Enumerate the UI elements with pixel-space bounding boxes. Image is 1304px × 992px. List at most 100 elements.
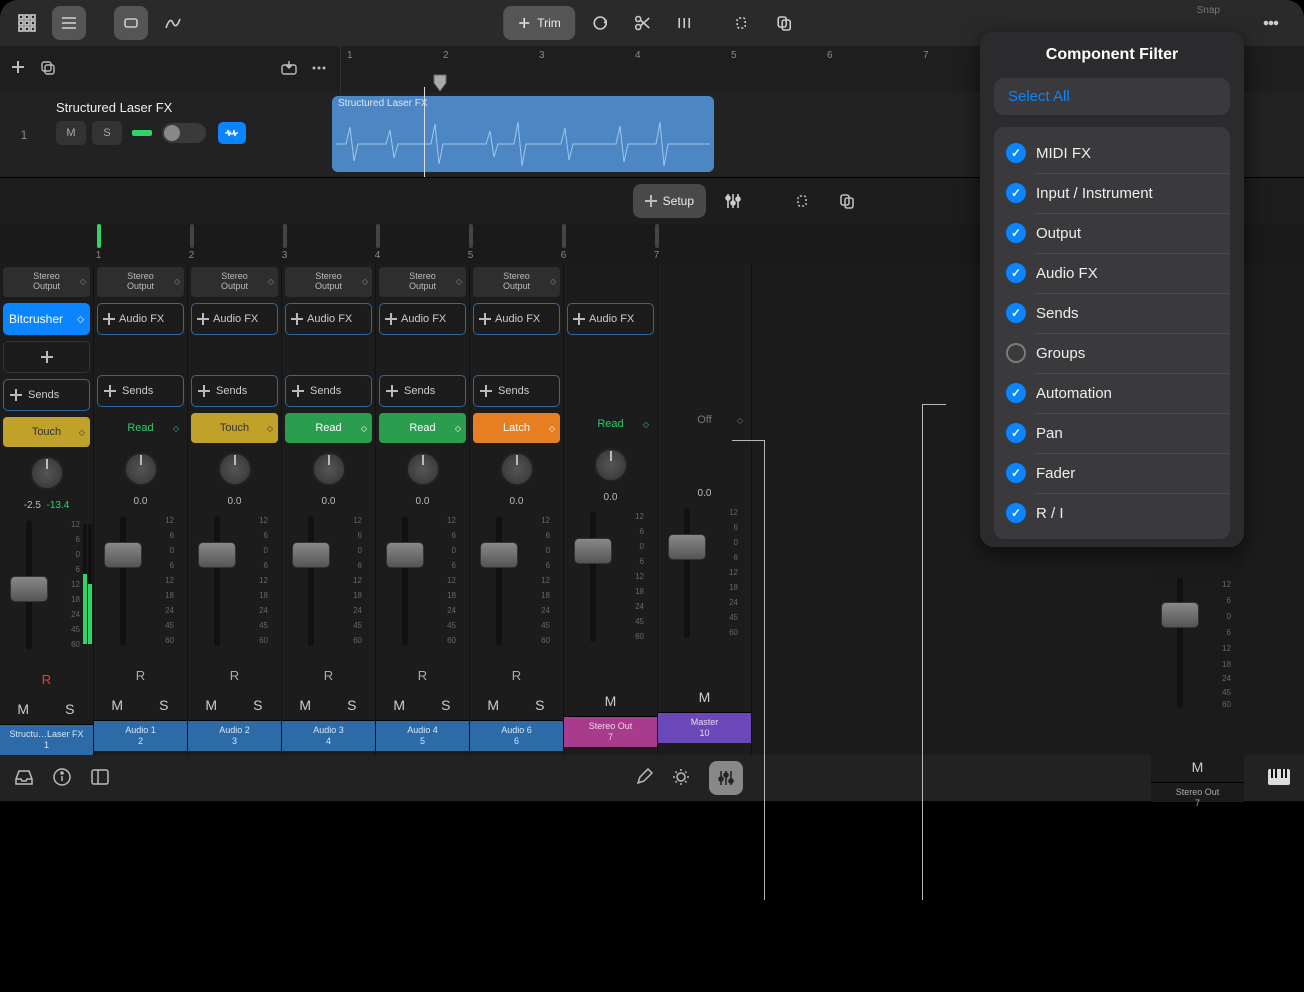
pan-knob[interactable] — [0, 450, 93, 496]
mixer-toggle-icon[interactable] — [709, 761, 743, 795]
add-send-button[interactable]: Sends — [473, 375, 560, 407]
pan-knob[interactable] — [564, 442, 657, 488]
automation-mode-select[interactable]: Latch◇ — [473, 413, 560, 443]
filter-option[interactable]: MIDI FX — [994, 133, 1230, 173]
solo-button[interactable]: S — [423, 690, 470, 720]
automation-mode-select[interactable]: Read◇ — [97, 413, 184, 443]
pan-knob[interactable] — [282, 446, 375, 492]
checkbox-icon[interactable] — [1006, 183, 1026, 203]
channel-label[interactable]: Audio 34 — [282, 720, 375, 751]
add-audio-fx-button[interactable]: Audio FX — [473, 303, 560, 335]
pan-knob[interactable] — [470, 446, 563, 492]
channel-label[interactable]: Master10 — [658, 712, 751, 743]
fader[interactable]: 126061218244560 — [376, 510, 469, 660]
checkbox-icon[interactable] — [1006, 303, 1026, 323]
mute-button[interactable]: M — [376, 690, 423, 720]
channel-label[interactable]: Audio 66 — [470, 720, 563, 751]
fader[interactable]: 126061218244560 — [564, 506, 657, 656]
add-send-button[interactable]: Sends — [285, 375, 372, 407]
mute-button[interactable]: M — [1151, 752, 1244, 782]
channel-label[interactable]: Audio 12 — [94, 720, 187, 751]
solo-button[interactable]: S — [235, 690, 282, 720]
pan-knob[interactable] — [376, 446, 469, 492]
mute-button[interactable]: M — [56, 121, 86, 145]
add-audio-fx-button[interactable]: Audio FX — [285, 303, 372, 335]
select-all-button[interactable]: Select All — [994, 78, 1230, 115]
add-send-button[interactable]: Sends — [97, 375, 184, 407]
checkbox-icon[interactable] — [1006, 223, 1026, 243]
paste-mixer-icon[interactable] — [830, 184, 864, 218]
record-enable-button[interactable]: R — [188, 660, 281, 690]
add-send-button[interactable]: Sends — [3, 379, 90, 411]
mute-button[interactable]: M — [658, 682, 751, 712]
mute-button[interactable]: M — [470, 690, 517, 720]
record-enable-button[interactable] — [564, 656, 657, 686]
filter-option[interactable]: Pan — [994, 413, 1230, 453]
output-select[interactable]: StereoOutput◇ — [473, 267, 560, 297]
checkbox-icon[interactable] — [1006, 343, 1026, 363]
add-audio-fx-button[interactable]: Audio FX — [191, 303, 278, 335]
solo-button[interactable]: S — [517, 690, 564, 720]
fader[interactable]: 126061218244560 — [0, 514, 93, 664]
fader[interactable]: 126061218244560 — [188, 510, 281, 660]
inbox-icon[interactable] — [14, 767, 34, 790]
mute-button[interactable]: M — [564, 686, 657, 716]
setup-button[interactable]: Setup — [633, 184, 706, 218]
fader[interactable]: 126061218244560 — [282, 510, 375, 660]
checkbox-icon[interactable] — [1006, 423, 1026, 443]
fader[interactable]: 126061218244560 — [94, 510, 187, 660]
record-enable-button[interactable]: R — [282, 660, 375, 690]
channel-label[interactable]: Audio 45 — [376, 720, 469, 751]
record-enable-button[interactable]: R — [376, 660, 469, 690]
record-enable-button[interactable]: R — [470, 660, 563, 690]
mute-button[interactable]: M — [94, 690, 141, 720]
filter-option[interactable]: Output — [994, 213, 1230, 253]
bitcrusher-fx[interactable]: Bitcrusher◇ — [3, 303, 90, 335]
filter-option[interactable]: R / I — [994, 493, 1230, 533]
checkbox-icon[interactable] — [1006, 263, 1026, 283]
brightness-icon[interactable] — [671, 767, 691, 790]
filter-option[interactable]: Input / Instrument — [994, 173, 1230, 213]
import-icon[interactable] — [280, 59, 298, 80]
keyboard-icon[interactable] — [1268, 769, 1290, 788]
solo-button[interactable]: S — [141, 690, 188, 720]
output-select[interactable]: StereoOutput◇ — [191, 267, 278, 297]
fader[interactable]: 126061218244560 — [470, 510, 563, 660]
trim-mode-button[interactable]: Trim — [503, 6, 575, 40]
filter-option[interactable]: Automation — [994, 373, 1230, 413]
output-select[interactable]: StereoOutput◇ — [285, 267, 372, 297]
channel-label[interactable]: Audio 23 — [188, 720, 281, 751]
solo-button[interactable]: S — [92, 121, 122, 145]
quantize-icon[interactable] — [667, 6, 701, 40]
channel-label[interactable]: Structu…Laser FX1 — [0, 724, 93, 755]
solo-button[interactable]: S — [329, 690, 376, 720]
pan-knob[interactable] — [658, 438, 751, 484]
automation-mode-select[interactable]: Read◇ — [285, 413, 372, 443]
filter-option[interactable]: Audio FX — [994, 253, 1230, 293]
filter-option[interactable]: Groups — [994, 333, 1230, 373]
waveform-icon[interactable] — [218, 122, 246, 144]
checkbox-icon[interactable] — [1006, 383, 1026, 403]
record-enable-button[interactable]: R — [94, 660, 187, 690]
mute-button[interactable]: M — [282, 690, 329, 720]
mute-button[interactable]: M — [188, 690, 235, 720]
add-send-button[interactable]: Sends — [191, 375, 278, 407]
checkbox-icon[interactable] — [1006, 143, 1026, 163]
output-select[interactable]: StereoOutput◇ — [3, 267, 90, 297]
track-header[interactable]: Structured Laser FX M S — [48, 92, 332, 177]
fader[interactable]: 126061218244560 — [658, 502, 751, 652]
sidebar-icon[interactable] — [90, 767, 110, 790]
add-audio-fx-button[interactable]: Audio FX — [567, 303, 654, 335]
copy-icon[interactable] — [725, 6, 759, 40]
checkbox-icon[interactable] — [1006, 503, 1026, 523]
track-more-icon[interactable] — [310, 59, 328, 80]
record-enable-button[interactable]: R — [0, 664, 93, 694]
automation-mode-select[interactable]: Read◇ — [567, 409, 654, 439]
paste-icon[interactable] — [767, 6, 801, 40]
mute-button[interactable]: M — [0, 694, 47, 724]
channel-label[interactable]: Stereo Out7 — [564, 716, 657, 747]
add-send-button[interactable]: Sends — [379, 375, 466, 407]
grid-view-icon[interactable] — [10, 6, 44, 40]
add-fx-button[interactable] — [3, 341, 90, 373]
output-select[interactable]: StereoOutput◇ — [97, 267, 184, 297]
